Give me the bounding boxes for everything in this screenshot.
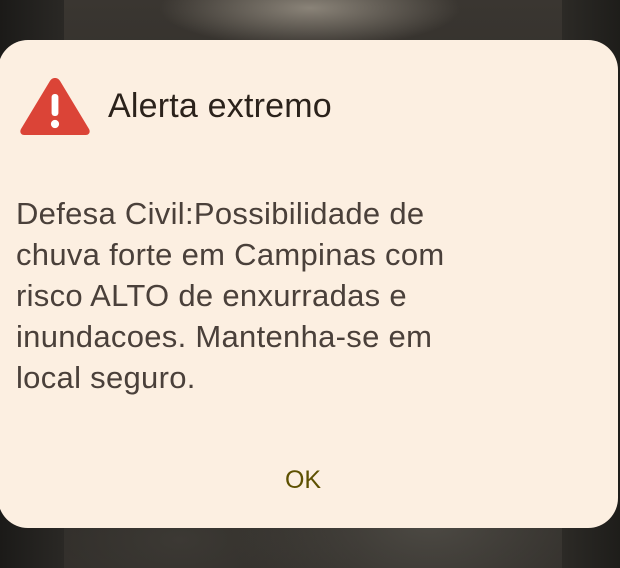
alert-title: Alerta extremo xyxy=(108,86,332,125)
alert-header: Alerta extremo xyxy=(18,74,332,138)
warning-triangle-icon xyxy=(20,78,90,135)
ok-button[interactable]: OK xyxy=(258,454,348,506)
alert-message: Defesa Civil:Possibilidade de chuva fort… xyxy=(16,196,445,395)
